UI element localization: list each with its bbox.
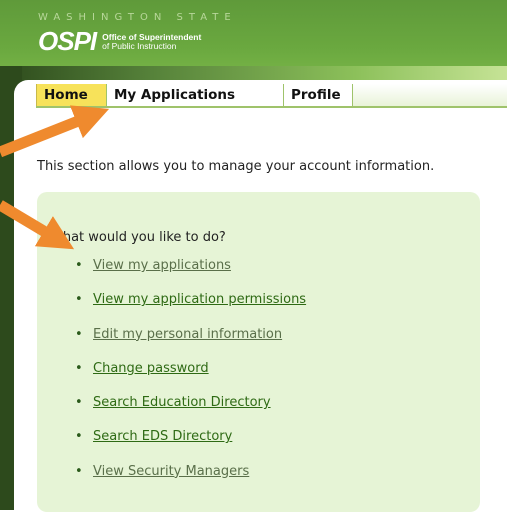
- bullet-icon: •: [75, 326, 83, 342]
- tab-bar: Home My Applications Profile: [36, 84, 507, 108]
- bullet-icon: •: [75, 258, 83, 273]
- list-item: • Search EDS Directory: [75, 429, 306, 463]
- bullet-icon: •: [75, 429, 83, 445]
- search-eds-directory-link[interactable]: Search EDS Directory: [93, 429, 232, 444]
- list-item: • View my application permissions: [75, 292, 306, 326]
- actions-question: What would you like to do?: [50, 230, 226, 245]
- bullet-icon: •: [75, 360, 83, 376]
- tab-my-applications[interactable]: My Applications: [107, 84, 284, 106]
- bullet-icon: •: [75, 292, 83, 308]
- view-security-managers-link[interactable]: View Security Managers: [93, 464, 249, 479]
- state-text: WASHINGTON STATE: [38, 12, 237, 23]
- list-item: • Change password: [75, 361, 306, 395]
- list-item: • Search Education Directory: [75, 395, 306, 429]
- ospi-logo[interactable]: OSPI Office of Superintendent of Public …: [38, 26, 201, 57]
- logo-word: OSPI: [38, 26, 97, 56]
- search-education-directory-link[interactable]: Search Education Directory: [93, 395, 271, 410]
- logo-line-2: of Public Instruction: [102, 40, 177, 51]
- view-application-permissions-link[interactable]: View my application permissions: [93, 292, 306, 307]
- tab-profile[interactable]: Profile: [284, 84, 353, 106]
- tab-home[interactable]: Home: [36, 84, 107, 106]
- view-my-applications-link[interactable]: View my applications: [93, 258, 231, 273]
- section-description: This section allows you to manage your a…: [37, 159, 435, 174]
- list-item: • View Security Managers: [75, 464, 306, 498]
- bullet-icon: •: [75, 463, 83, 479]
- change-password-link[interactable]: Change password: [93, 361, 209, 376]
- actions-list: • View my applications • View my applicati…: [75, 258, 306, 498]
- bullet-icon: •: [75, 395, 83, 411]
- list-item: • View my applications: [75, 258, 306, 292]
- list-item: • Edit my personal information: [75, 327, 306, 361]
- logo-subtitle: Office of Superintendent of Public Instr…: [102, 32, 201, 51]
- edit-personal-information-link[interactable]: Edit my personal information: [93, 327, 282, 342]
